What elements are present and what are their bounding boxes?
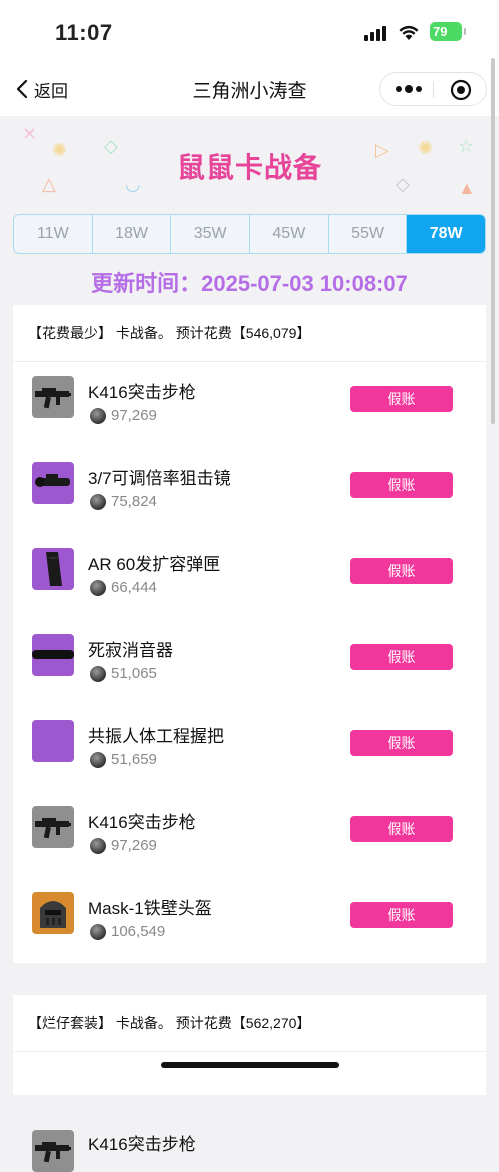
item-price: 51,065 [111, 665, 157, 682]
fake-account-button[interactable]: 假账 [350, 472, 453, 498]
item-price: 75,824 [111, 493, 157, 510]
tab-11w[interactable]: 11W [14, 215, 93, 253]
item-price: 51,659 [111, 751, 157, 768]
suppressor-icon [32, 634, 74, 676]
card-header: 【烂仔套装】 卡战备。 预计花费【562,270】 [13, 995, 486, 1052]
coin-icon [90, 580, 106, 596]
item-price: 106,549 [111, 923, 166, 940]
magazine-icon [32, 548, 74, 590]
header-banner: ✕ ✺ ◇ △ ◡ ▷ ✺ ☆ ◇ ▲ 鼠鼠卡战备 [0, 116, 499, 206]
card-header: 【花费最少】 卡战备。 预计花费【546,079】 [13, 305, 486, 362]
item-name: Mask-1铁壁头盔 [88, 899, 212, 918]
fake-account-button[interactable]: 假账 [350, 558, 453, 584]
coin-icon [90, 666, 106, 682]
battery-icon: 79 [430, 22, 466, 41]
scrollbar[interactable] [491, 58, 495, 424]
budget-tabs: 11W 18W 35W 45W 55W 78W [13, 214, 486, 254]
tab-78w[interactable]: 78W [407, 215, 485, 253]
item-name: 死寂消音器 [88, 641, 173, 660]
tab-18w[interactable]: 18W [93, 215, 172, 253]
banner-title: 鼠鼠卡战备 [176, 152, 322, 183]
tab-45w[interactable]: 45W [250, 215, 329, 253]
rifle-icon [32, 806, 74, 848]
update-time: 更新时间：2025-07-03 10:08:07 [91, 271, 408, 296]
rifle-icon [32, 1130, 74, 1172]
fake-account-button[interactable]: 假账 [350, 644, 453, 670]
item-name: AR 60发扩容弹匣 [88, 555, 221, 574]
item-price: 97,269 [111, 407, 157, 424]
capsule-divider [433, 81, 434, 98]
decorative-sparkle-icon: ✕ [22, 124, 38, 144]
scope-icon [32, 462, 74, 504]
coin-icon [90, 752, 106, 768]
tab-35w[interactable]: 35W [171, 215, 251, 253]
item-name: K416突击步枪 [88, 1135, 196, 1154]
status-bar: 11:07 79 [0, 0, 499, 62]
more-icon[interactable] [394, 81, 424, 97]
list-item: 3/7可调倍率狙击镜 75,824 假账 [13, 448, 486, 534]
item-name: 3/7可调倍率狙击镜 [88, 469, 231, 488]
status-time: 11:07 [55, 20, 113, 45]
list-item: K416突击步枪 97,269 假账 [13, 792, 486, 878]
list-item: Mask-1铁壁头盔 106,549 假账 [13, 878, 486, 964]
coin-icon [90, 838, 106, 854]
wifi-icon [399, 25, 419, 40]
item-price: 66,444 [111, 579, 157, 596]
fake-account-button[interactable]: 假账 [350, 902, 453, 928]
close-mini-program-icon[interactable] [450, 79, 472, 101]
battery-level: 79 [433, 24, 448, 39]
loadout-card: 【烂仔套装】 卡战备。 预计花费【562,270】 K416突击步枪 [13, 995, 486, 1172]
navigation-bar: 返回 三角洲小涛查 [0, 62, 499, 116]
item-name: K416突击步枪 [88, 813, 196, 832]
list-item: AR 60发扩容弹匣 66,444 假账 [13, 534, 486, 620]
item-name: K416突击步枪 [88, 383, 196, 402]
coin-icon [90, 408, 106, 424]
list-item: 死寂消音器 51,065 假账 [13, 620, 486, 706]
fake-account-button[interactable]: 假账 [350, 816, 453, 842]
grip-icon [32, 720, 74, 762]
mini-program-capsule [379, 72, 487, 106]
coin-icon [90, 494, 106, 510]
item-name: 共振人体工程握把 [88, 727, 224, 746]
fake-account-button[interactable]: 假账 [350, 386, 453, 412]
cellular-signal-icon [364, 26, 386, 41]
list-item: 共振人体工程握把 51,659 假账 [13, 706, 486, 792]
helmet-icon [32, 892, 74, 934]
rifle-icon [32, 376, 74, 418]
fake-account-button[interactable]: 假账 [350, 730, 453, 756]
list-item: K416突击步枪 97,269 假账 [13, 362, 486, 448]
home-indicator[interactable] [161, 1062, 339, 1068]
loadout-card: 【花费最少】 卡战备。 预计花费【546,079】 K416突击步枪 97,269… [13, 305, 486, 963]
tab-55w[interactable]: 55W [329, 215, 408, 253]
coin-icon [90, 924, 106, 940]
item-price: 97,269 [111, 837, 157, 854]
